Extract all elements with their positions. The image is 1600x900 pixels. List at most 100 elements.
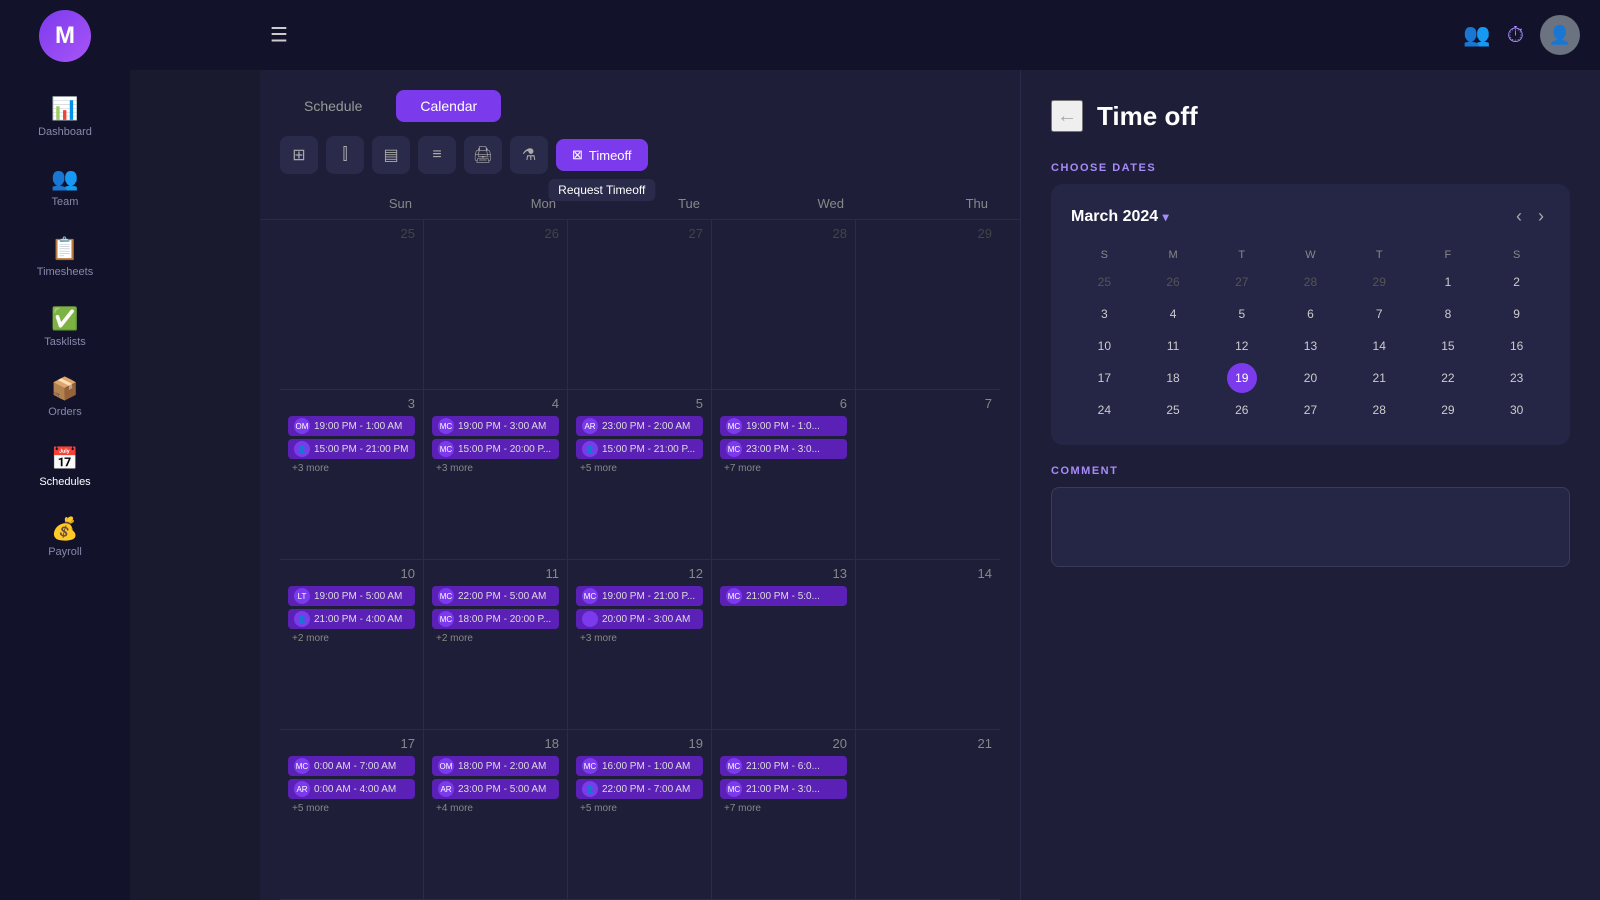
event-avatar: MC — [438, 611, 454, 627]
event-bar[interactable]: MC 21:00 PM - 5:0... — [720, 586, 847, 606]
mini-cal-day[interactable]: 29 — [1364, 267, 1394, 297]
event-bar[interactable]: MC 19:00 PM - 21:00 P... — [576, 586, 703, 606]
mini-cal-day[interactable]: 10 — [1089, 331, 1119, 361]
mini-cal-day[interactable]: 20 — [1295, 363, 1325, 393]
mini-cal-day[interactable]: 27 — [1295, 395, 1325, 425]
mini-cal-day[interactable]: 18 — [1158, 363, 1188, 393]
event-bar[interactable]: MC 21:00 PM - 6:0... — [720, 756, 847, 776]
event-bar[interactable]: MC 22:00 PM - 5:00 AM — [432, 586, 559, 606]
sidebar-item-tasklists[interactable]: ✅ Tasklists — [0, 292, 130, 362]
mini-cal-day[interactable]: 22 — [1433, 363, 1463, 393]
event-bar[interactable]: AR 23:00 PM - 2:00 AM — [576, 416, 703, 436]
table-view-button[interactable]: ▤ — [372, 136, 410, 174]
more-label[interactable]: +2 more — [432, 632, 559, 645]
sidebar-item-timesheets[interactable]: 📋 Timesheets — [0, 222, 130, 292]
event-bar[interactable]: OM 19:00 PM - 1:00 AM — [288, 416, 415, 436]
mini-cal-day[interactable]: 26 — [1158, 267, 1188, 297]
filter-button[interactable]: ⚗ — [510, 136, 548, 174]
mini-cal-day[interactable]: 28 — [1295, 267, 1325, 297]
event-bar[interactable]: LT 19:00 PM - 5:00 AM — [288, 586, 415, 606]
more-label[interactable]: +3 more — [576, 632, 703, 645]
event-bar[interactable]: MC 15:00 PM - 20:00 P... — [432, 439, 559, 459]
sidebar-item-orders[interactable]: 📦 Orders — [0, 362, 130, 432]
mini-cal-day[interactable]: 7 — [1364, 299, 1394, 329]
mini-cal-day[interactable]: 3 — [1089, 299, 1119, 329]
more-label[interactable]: +5 more — [288, 802, 415, 815]
prev-month-button[interactable]: ‹ — [1510, 204, 1528, 229]
mini-cal-day[interactable]: 29 — [1433, 395, 1463, 425]
mini-cal-day[interactable]: 17 — [1089, 363, 1119, 393]
users-icon[interactable]: 👥 — [1463, 22, 1490, 48]
mini-cal-day[interactable]: 16 — [1502, 331, 1532, 361]
more-label[interactable]: +4 more — [432, 802, 559, 815]
event-avatar: OM — [438, 758, 454, 774]
sidebar-item-team[interactable]: 👥 Team — [0, 152, 130, 222]
event-bar[interactable]: AR 0:00 AM - 4:00 AM — [288, 779, 415, 799]
mini-cal-day[interactable]: 26 — [1227, 395, 1257, 425]
sidebar-item-dashboard[interactable]: 📊 Dashboard — [0, 82, 130, 152]
event-bar[interactable]: 👤 15:00 PM - 21:00 PM — [288, 439, 415, 459]
mini-cal-day[interactable]: 2 — [1502, 267, 1532, 297]
event-bar[interactable]: 20:00 PM - 3:00 AM — [576, 609, 703, 629]
event-bar[interactable]: MC 0:00 AM - 7:00 AM — [288, 756, 415, 776]
event-bar[interactable]: MC 19:00 PM - 3:00 AM — [432, 416, 559, 436]
event-bar[interactable]: MC 21:00 PM - 3:0... — [720, 779, 847, 799]
user-avatar[interactable]: 👤 — [1540, 15, 1580, 55]
mini-cal-day[interactable]: 13 — [1295, 331, 1325, 361]
event-bar[interactable]: MC 23:00 PM - 3:0... — [720, 439, 847, 459]
tab-schedule[interactable]: Schedule — [280, 90, 386, 122]
mini-cal-day[interactable]: 30 — [1502, 395, 1532, 425]
day-number: 21 — [864, 736, 992, 751]
event-time: 19:00 PM - 5:00 AM — [314, 591, 402, 602]
event-bar[interactable]: OM 18:00 PM - 2:00 AM — [432, 756, 559, 776]
mini-cal-day[interactable]: 25 — [1158, 395, 1188, 425]
mini-cal-day[interactable]: 14 — [1364, 331, 1394, 361]
more-label[interactable]: +7 more — [720, 462, 847, 475]
mini-cal-day[interactable]: 12 — [1227, 331, 1257, 361]
more-label[interactable]: +3 more — [288, 462, 415, 475]
more-label[interactable]: +5 more — [576, 802, 703, 815]
mini-cal-day[interactable]: 4 — [1158, 299, 1188, 329]
mini-cal-day[interactable]: 25 — [1089, 267, 1119, 297]
more-label[interactable]: +7 more — [720, 802, 847, 815]
mini-cal-day[interactable]: 28 — [1364, 395, 1394, 425]
mini-cal-day[interactable]: 27 — [1227, 267, 1257, 297]
mini-cal-day[interactable]: 1 — [1433, 267, 1463, 297]
more-label[interactable]: +5 more — [576, 462, 703, 475]
mini-cal-day[interactable]: 5 — [1227, 299, 1257, 329]
mini-cal-day[interactable]: 8 — [1433, 299, 1463, 329]
tab-calendar[interactable]: Calendar — [396, 90, 501, 122]
event-bar[interactable]: 👤 22:00 PM - 7:00 AM — [576, 779, 703, 799]
mini-cal-day[interactable]: 15 — [1433, 331, 1463, 361]
mini-cal-day[interactable]: 11 — [1158, 331, 1188, 361]
event-bar[interactable]: 👤 21:00 PM - 4:00 AM — [288, 609, 415, 629]
back-button[interactable]: ← — [1051, 100, 1083, 132]
timeoff-button[interactable]: ⊠ Timeoff — [556, 139, 648, 171]
event-bar[interactable]: MC 19:00 PM - 1:0... — [720, 416, 847, 436]
event-bar[interactable]: AR 23:00 PM - 5:00 AM — [432, 779, 559, 799]
next-month-button[interactable]: › — [1532, 204, 1550, 229]
mini-calendar-grid: S M T W T F S 25 26 27 28 29 1 2 3 — [1071, 245, 1550, 425]
mini-cal-day[interactable]: 24 — [1089, 395, 1119, 425]
mini-cal-today[interactable]: 19 — [1227, 363, 1257, 393]
grid-view-button[interactable]: ⊞ — [280, 136, 318, 174]
more-label[interactable]: +3 more — [432, 462, 559, 475]
list-view-button[interactable]: ≡ — [418, 136, 456, 174]
more-label[interactable]: +2 more — [288, 632, 415, 645]
print-button[interactable]: 🖨 — [464, 136, 502, 174]
event-bar[interactable]: MC 18:00 PM - 20:00 P... — [432, 609, 559, 629]
comment-textarea[interactable] — [1051, 487, 1570, 567]
sidebar-item-payroll[interactable]: 💰 Payroll — [0, 502, 130, 572]
event-bar[interactable]: MC 16:00 PM - 1:00 AM — [576, 756, 703, 776]
columns-view-button[interactable]: ⫿ — [326, 136, 364, 174]
hamburger-menu[interactable]: ☰ — [270, 23, 288, 48]
timer-icon[interactable]: ⏱ — [1507, 22, 1524, 48]
event-avatar: MC — [582, 588, 598, 604]
event-bar[interactable]: 👤 15:00 PM - 21:00 P... — [576, 439, 703, 459]
sidebar-item-schedules[interactable]: 📅 Schedules — [0, 432, 130, 502]
mini-cal-day[interactable]: 9 — [1502, 299, 1532, 329]
mini-cal-day[interactable]: 23 — [1502, 363, 1532, 393]
day-header-mon: Mon — [424, 188, 568, 219]
mini-cal-day[interactable]: 21 — [1364, 363, 1394, 393]
mini-cal-day[interactable]: 6 — [1295, 299, 1325, 329]
